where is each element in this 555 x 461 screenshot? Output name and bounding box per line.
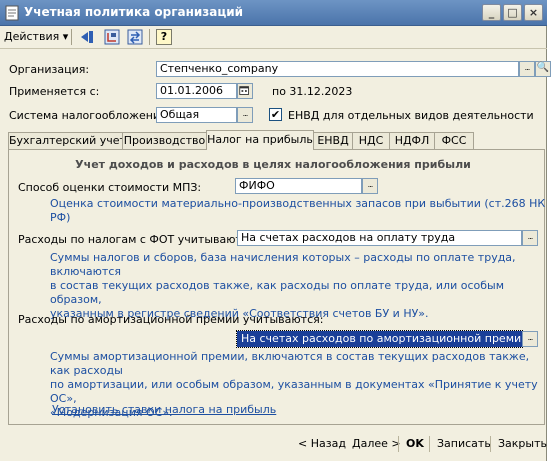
maximize-icon[interactable]: □ (503, 4, 522, 21)
actions-menu-button[interactable]: Действия ▾ (4, 29, 68, 45)
mpz-select-button[interactable]: ... (362, 178, 378, 194)
minimize-icon[interactable]: _ (482, 4, 501, 21)
fot-description-line: Суммы налогов и сборов, база начисления … (50, 251, 516, 278)
set-profit-tax-rates-link[interactable]: Установить ставки налога на прибыль (52, 403, 276, 416)
fot-label: Расходы по налогам с ФОТ учитываются: (18, 233, 259, 246)
help-button[interactable]: ? (156, 29, 172, 45)
calendar-icon[interactable] (237, 83, 253, 99)
back-button[interactable]: < Назад (298, 435, 346, 453)
organization-select-button[interactable]: ... (519, 61, 535, 77)
fot-select-button[interactable]: ... (522, 230, 538, 246)
envd-label: ЕНВД для отдельных видов деятельности (288, 109, 534, 122)
applies-from-label: Применяется с: (9, 85, 100, 98)
section-title: Учет доходов и расходов в целях налогооб… (75, 158, 471, 171)
title-bar[interactable]: Учетная политика организаций _ □ × (0, 0, 547, 26)
tab-fss[interactable]: ФСС (434, 132, 474, 149)
tax-system-field[interactable]: Общая (156, 107, 237, 123)
toolbar: Действия ▾ ? (0, 26, 547, 49)
amortization-description-line: Суммы амортизационной премии, включаются… (50, 350, 530, 377)
close-icon[interactable]: × (524, 4, 543, 21)
tab-accounting[interactable]: Бухгалтерский учет (8, 132, 126, 149)
start-date-field[interactable]: 01.01.2006 (156, 83, 237, 99)
organization-field[interactable]: Степченко_company (156, 61, 519, 77)
window-title: Учетная политика организаций (24, 5, 244, 19)
go-back-icon[interactable] (79, 29, 95, 45)
window: Учетная политика организаций _ □ × Действи… (0, 0, 551, 461)
envd-checkbox[interactable]: ✔ (269, 108, 282, 121)
tab-ndfl[interactable]: НДФЛ (389, 132, 435, 149)
mpz-valuation-field[interactable]: ФИФО (235, 178, 362, 194)
amortization-description-line: по амортизации, или особым образом, указ… (50, 378, 538, 405)
document-icon (5, 5, 19, 21)
amortization-premium-field[interactable]: На счетах расходов по амортизационной пр… (236, 330, 523, 348)
fot-description-line: в состав текущих расходов также, как рас… (50, 279, 505, 306)
ok-button[interactable]: OK (406, 435, 424, 453)
bottom-bar: < Назад Далее > OK Записать Закрыть (0, 430, 547, 461)
structure-icon[interactable] (104, 29, 120, 45)
mpz-description: Оценка стоимости материально-производств… (50, 197, 546, 224)
amortization-label: Расходы по амортизационной премии учитыв… (18, 313, 324, 326)
amortization-select-button[interactable]: ... (522, 331, 538, 347)
save-button[interactable]: Записать (437, 435, 491, 453)
tab-vat[interactable]: НДС (352, 132, 390, 149)
actions-label: Действия (4, 30, 60, 43)
tax-system-select-button[interactable]: ... (237, 107, 253, 123)
close-button[interactable]: Закрыть (498, 435, 547, 453)
switch-view-icon[interactable] (127, 29, 143, 45)
dropdown-arrow-icon: ▾ (62, 30, 69, 43)
tax-system-label: Система налогообложения: (9, 109, 171, 122)
next-button[interactable]: Далее > (352, 435, 401, 453)
tab-production[interactable]: Производство (122, 132, 207, 149)
fot-accounting-field[interactable]: На счетах расходов на оплату труда (237, 230, 522, 246)
tab-envd[interactable]: ЕНВД (313, 132, 353, 149)
end-date-text: по 31.12.2023 (272, 85, 353, 98)
organization-label: Организация: (9, 63, 90, 76)
tab-profit-tax[interactable]: Налог на прибыль (206, 130, 314, 150)
fot-description: Суммы налогов и сборов, база начисления … (50, 251, 546, 321)
mpz-label: Способ оценки стоимости МПЗ: (18, 181, 202, 194)
open-icon[interactable]: 🔍 (535, 61, 551, 77)
